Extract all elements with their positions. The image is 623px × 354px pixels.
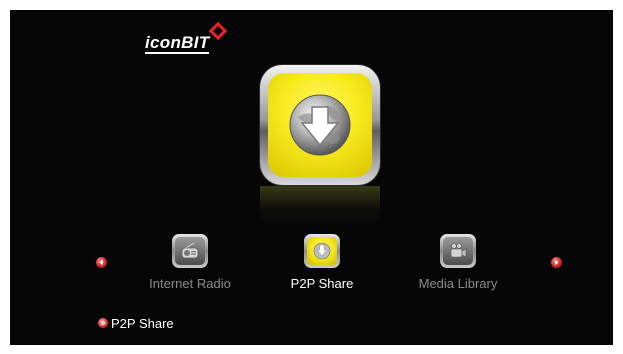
bullet-icon [98,318,108,328]
menu-item-media-library[interactable]: Media Library [398,230,518,300]
menu-item-label: Media Library [418,276,498,291]
film-camera-icon [450,243,467,258]
menu-item-internet-radio[interactable]: Internet Radio [130,230,250,300]
menu-item-label: Internet Radio [149,276,231,291]
radio-icon [181,242,199,259]
menu-item-label: P2P Share [290,276,354,291]
hero-reflection [260,186,380,230]
menu-carousel: Internet Radio P2P Share Media Library [10,230,613,300]
menu-item-p2p-share[interactable]: P2P Share [262,230,382,300]
p2p-share-tile [304,234,340,268]
download-globe-icon [289,94,351,156]
arrow-right-icon[interactable] [551,257,562,268]
media-library-tile [440,234,476,268]
arrow-left-icon[interactable] [96,257,107,268]
media-player-screen: iconBIT Internet Radio P2P Share Media L… [10,10,613,345]
logo-diamond-icon [209,22,227,40]
brand-logo: iconBIT [145,22,241,58]
internet-radio-tile [172,234,208,268]
hero-selected-icon[interactable] [260,65,380,185]
brand-logo-text: iconBIT [145,33,210,54]
download-globe-icon [313,242,331,260]
status-label: P2P Share [111,316,174,331]
